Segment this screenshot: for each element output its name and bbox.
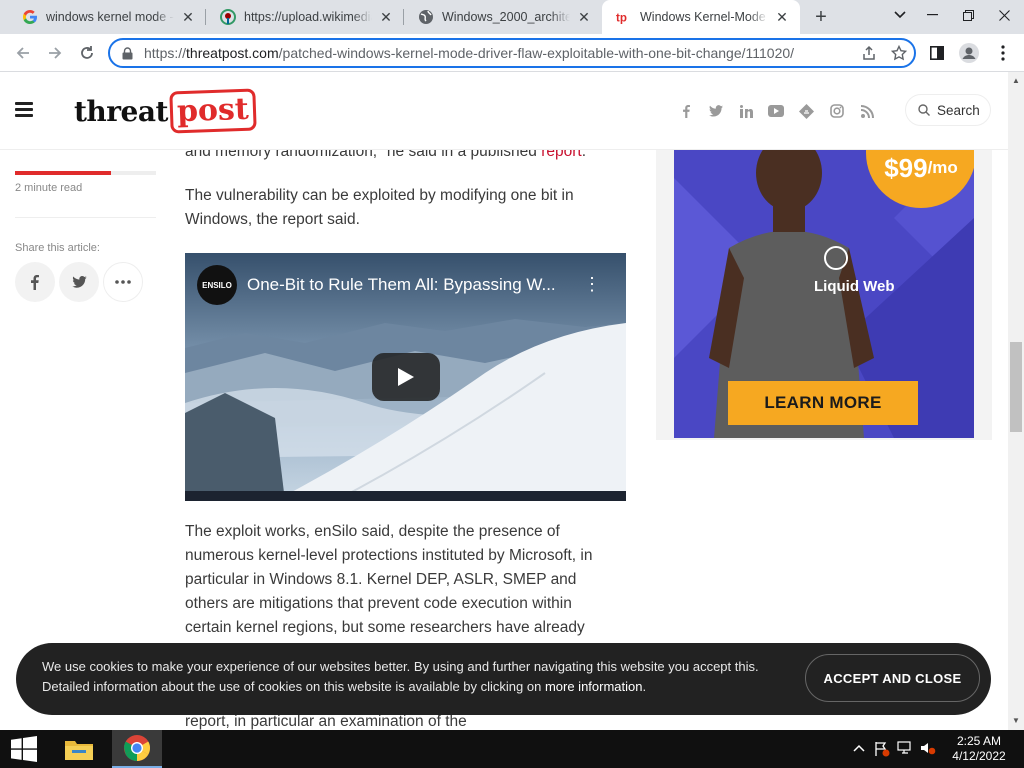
- play-icon: [398, 368, 414, 386]
- learn-more-button[interactable]: LEARN MORE: [728, 381, 918, 425]
- reload-icon[interactable]: [72, 38, 102, 68]
- scroll-thumb[interactable]: [1010, 342, 1022, 432]
- ad-brand: Liquid Web: [814, 278, 895, 295]
- video-more-icon[interactable]: ⋮: [583, 275, 601, 293]
- share-more-button[interactable]: [103, 262, 143, 302]
- threatpost-icon: tp: [616, 9, 632, 25]
- lock-icon[interactable]: [122, 46, 136, 60]
- svg-text:tp: tp: [616, 12, 627, 24]
- restore-button[interactable]: [948, 0, 988, 30]
- more-dots-icon: [115, 280, 131, 284]
- youtube-icon[interactable]: [767, 102, 785, 120]
- web-page: and memory randomization," he said in a …: [0, 72, 1008, 730]
- play-button[interactable]: [372, 353, 440, 401]
- page-scrollbar[interactable]: ▲ ▼: [1008, 72, 1024, 730]
- globe-icon: [418, 9, 434, 25]
- profile-avatar-icon[interactable]: [954, 38, 984, 68]
- tab-title: https://upload.wikimedia: [244, 10, 372, 24]
- liquid-web-ad[interactable]: $99/mo Liquid Web LEARN MORE: [674, 138, 974, 438]
- windows-taskbar: 2:25 AM 4/12/2022: [0, 730, 1024, 768]
- rss-icon[interactable]: [858, 102, 876, 120]
- video-title[interactable]: One-Bit to Rule Them All: Bypassing W...: [247, 275, 556, 295]
- tab-title: Windows Kernel-Mode D: [640, 10, 768, 24]
- forward-arrow-icon[interactable]: [40, 38, 70, 68]
- tray-overflow-icon[interactable]: [853, 741, 865, 755]
- new-tab-button[interactable]: +: [808, 5, 834, 29]
- article-paragraph: The exploit works, enSilo said, despite …: [185, 523, 593, 636]
- scroll-down-icon[interactable]: ▼: [1012, 716, 1020, 725]
- video-screen-taskbar: [185, 491, 626, 501]
- feedly-icon[interactable]: [797, 102, 815, 120]
- close-tab-icon[interactable]: ✕: [180, 9, 196, 25]
- browser-menu-icon[interactable]: [988, 38, 1018, 68]
- site-header: threat post Search: [0, 72, 1008, 150]
- cookie-message: We use cookies to make your experience o…: [42, 659, 759, 694]
- file-explorer-icon[interactable]: [56, 730, 102, 768]
- article-paragraph: The vulnerability can be exploited by mo…: [185, 187, 574, 228]
- channel-logo[interactable]: ENSILO: [197, 265, 237, 305]
- scroll-up-icon[interactable]: ▲: [1012, 76, 1020, 85]
- accept-and-close-button[interactable]: ACCEPT AND CLOSE: [805, 654, 980, 702]
- site-search-button[interactable]: Search: [905, 94, 991, 126]
- instagram-icon[interactable]: [828, 102, 846, 120]
- windows-start-icon[interactable]: [0, 730, 48, 768]
- back-arrow-icon[interactable]: [8, 38, 38, 68]
- twitter-icon[interactable]: [707, 102, 725, 120]
- google-icon: [22, 9, 38, 25]
- system-clock[interactable]: 2:25 AM 4/12/2022: [944, 734, 1014, 764]
- close-window-button[interactable]: [984, 0, 1024, 30]
- facebook-icon: [31, 274, 39, 290]
- tab-title: windows kernel mode - G: [46, 10, 174, 24]
- tab-strip: windows kernel mode - G ✕ https://upload…: [0, 0, 1024, 34]
- address-bar[interactable]: https://threatpost.com/patched-windows-k…: [108, 38, 916, 68]
- volume-muted-icon[interactable]: [920, 741, 936, 758]
- facebook-icon[interactable]: [677, 102, 695, 120]
- action-center-flag-icon[interactable]: [874, 741, 890, 760]
- tab-title: Windows_2000_architect: [442, 10, 570, 24]
- chrome-taskbar-icon[interactable]: [112, 730, 162, 768]
- twitter-icon: [71, 276, 87, 288]
- share-page-icon[interactable]: [854, 40, 884, 66]
- linkedin-icon[interactable]: [737, 102, 755, 120]
- share-twitter-button[interactable]: [59, 262, 99, 302]
- minimize-button[interactable]: [912, 0, 952, 30]
- close-tab-icon[interactable]: ✕: [576, 9, 592, 25]
- bookmark-star-icon[interactable]: [884, 40, 914, 66]
- wikimedia-icon: [220, 9, 236, 25]
- reading-progress-bar: [15, 171, 156, 175]
- share-facebook-button[interactable]: [15, 262, 55, 302]
- read-time: 2 minute read: [15, 182, 83, 194]
- url-text[interactable]: https://threatpost.com/patched-windows-k…: [144, 45, 854, 61]
- close-tab-icon[interactable]: ✕: [774, 9, 790, 25]
- tab-wikimedia[interactable]: https://upload.wikimedia ✕: [206, 0, 404, 34]
- more-information-link[interactable]: more information: [545, 679, 643, 694]
- share-label: Share this article:: [15, 242, 100, 254]
- tab-threatpost-active[interactable]: tp Windows Kernel-Mode D ✕: [602, 0, 800, 34]
- search-label: Search: [937, 102, 980, 118]
- embedded-video[interactable]: ENSILO One-Bit to Rule Them All: Bypassi…: [185, 253, 626, 501]
- network-icon[interactable]: [897, 741, 913, 758]
- tab-windows-2000[interactable]: Windows_2000_architect ✕: [404, 0, 602, 34]
- hamburger-menu-icon[interactable]: [15, 102, 33, 117]
- cookie-banner: We use cookies to make your experience o…: [16, 643, 991, 715]
- search-icon: [918, 104, 930, 116]
- tab-google-search[interactable]: windows kernel mode - G ✕: [8, 0, 206, 34]
- close-tab-icon[interactable]: ✕: [378, 9, 394, 25]
- threatpost-logo[interactable]: threat post: [74, 88, 257, 134]
- side-panel-icon[interactable]: [922, 38, 952, 68]
